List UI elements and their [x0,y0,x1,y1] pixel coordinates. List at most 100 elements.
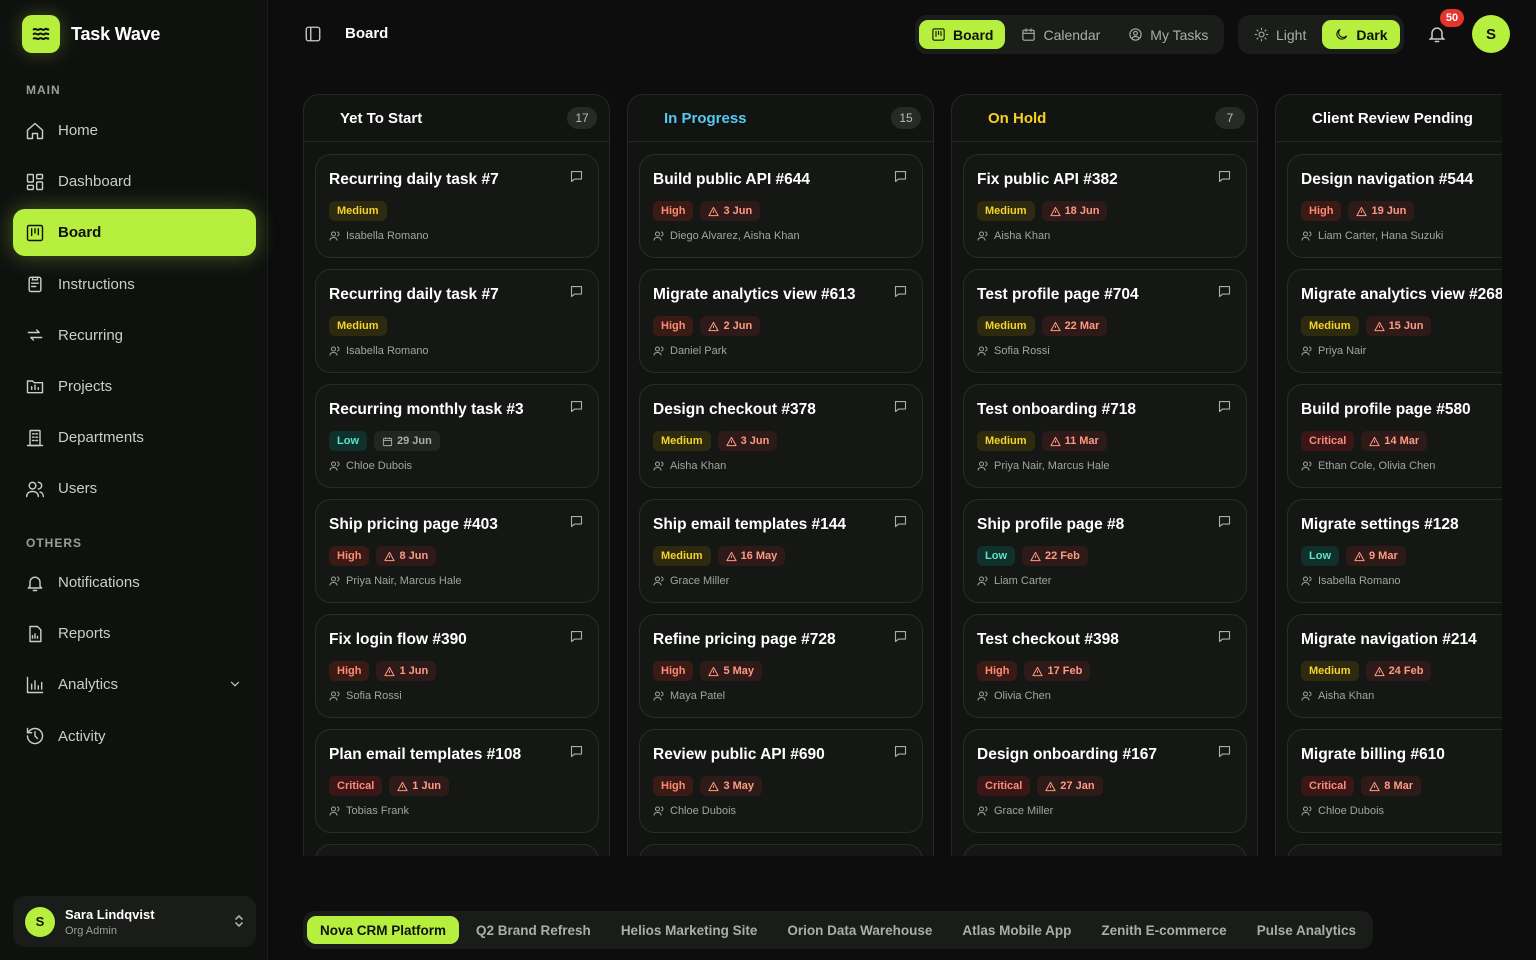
theme-toggle-light[interactable]: Light [1242,20,1318,49]
sidebar-item-users[interactable]: Users [13,465,256,512]
task-card[interactable]: Recurring daily task #7 Medium Isabella Ro… [315,154,599,258]
user-icon [1301,690,1313,702]
project-tab[interactable]: Q2 Brand Refresh [463,916,604,944]
sidebar-item-home[interactable]: Home [13,107,256,154]
project-tab[interactable]: Atlas Mobile App [949,916,1084,944]
task-card[interactable]: Migrate analytics view #268 Medium 15 Jun P… [1287,269,1502,373]
theme-toggle-label: Light [1276,26,1307,43]
project-tab[interactable]: Pulse Analytics [1244,916,1369,944]
task-card[interactable]: Test checkout #398 High 17 Feb Olivia Chen [963,614,1247,718]
sidebar-item-reports[interactable]: Reports [13,610,256,657]
task-card[interactable]: Ship profile page #8 Low 22 Feb Liam Carter [963,499,1247,603]
comment-icon[interactable] [569,284,584,299]
task-card[interactable] [963,844,1247,856]
comment-icon[interactable] [569,629,584,644]
sidebar-item-dashboard[interactable]: Dashboard [13,158,256,205]
warning-icon [1030,551,1041,562]
comment-icon[interactable] [1217,284,1232,299]
sidebar-item-notifications[interactable]: Notifications [13,559,256,606]
comment-icon[interactable] [893,629,908,644]
main-nav: Home Dashboard Board Instructions Recurring P… [13,107,256,517]
comment-icon[interactable] [893,284,908,299]
user-icon [329,690,341,702]
priority-badge: High [1301,201,1342,221]
task-card[interactable]: Ship pricing page #403 High 8 Jun Priya Nai… [315,499,599,603]
user-icon [329,805,341,817]
sidebar-item-analytics[interactable]: Analytics [13,661,256,708]
task-card[interactable]: Test profile page #704 Medium 22 Mar Sofia … [963,269,1247,373]
user-card[interactable]: S Sara Lindqvist Org Admin [13,896,256,947]
comment-icon[interactable] [1217,169,1232,184]
view-tab-label: My Tasks [1150,26,1209,43]
comment-icon[interactable] [1217,514,1232,529]
user-icon [1301,230,1313,242]
brand[interactable]: Task Wave [22,15,160,53]
bell-icon [25,573,45,593]
comment-icon[interactable] [893,514,908,529]
task-card[interactable]: Recurring daily task #7 Medium Isabella Ro… [315,269,599,373]
task-card[interactable]: Migrate analytics view #613 High 2 Jun Dani… [639,269,923,373]
task-card[interactable]: Design checkout #378 Medium 3 Jun Aisha Kha… [639,384,923,488]
view-tab-my-tasks[interactable]: My Tasks [1116,20,1220,49]
task-assignees: Priya Nair, Marcus Hale [977,460,1110,472]
profile-avatar[interactable]: S [1472,15,1510,53]
task-card[interactable]: Build public API #644 High 3 Jun Diego Alva… [639,154,923,258]
task-card[interactable]: Fix public API #382 Medium 18 Jun Aisha Kha… [963,154,1247,258]
warning-icon [725,551,737,562]
task-card[interactable]: Refine pricing page #728 High 5 May Maya Pa… [639,614,923,718]
due-date: 15 Jun [1388,320,1424,332]
chevron-down-icon[interactable] [228,677,242,691]
task-card[interactable]: Design onboarding #167 Critical 27 Jan Grac… [963,729,1247,833]
task-card[interactable]: Test onboarding #718 Medium 11 Mar Priya Na… [963,384,1247,488]
project-tab[interactable]: Helios Marketing Site [608,916,771,944]
sidebar-item-label: Notifications [58,574,140,591]
task-card[interactable]: Build profile page #580 Critical 14 Mar Eth… [1287,384,1502,488]
theme-toggle-dark[interactable]: Dark [1322,20,1400,49]
comment-icon[interactable] [1217,399,1232,414]
project-tab[interactable]: Orion Data Warehouse [774,916,945,944]
task-card[interactable]: Fix login flow #390 High 1 Jun Sofia Rossi [315,614,599,718]
task-card[interactable]: Plan email templates #108 Critical 1 Jun To… [315,729,599,833]
task-tags: Low 22 Feb [977,546,1088,566]
sidebar-toggle-icon[interactable] [304,25,322,43]
task-card[interactable]: Review public API #690 High 3 May Chloe Dub… [639,729,923,833]
comment-icon[interactable] [893,169,908,184]
task-card[interactable]: Recurring monthly task #3 Low 29 Jun Chloe … [315,384,599,488]
comment-icon[interactable] [569,514,584,529]
notification-bell-icon[interactable] [1427,24,1447,44]
user-icon [329,575,341,587]
sidebar-item-activity[interactable]: Activity [13,713,256,760]
warning-icon [1369,781,1380,792]
view-tab-calendar[interactable]: Calendar [1009,20,1112,49]
comment-icon[interactable] [569,744,584,759]
comment-icon[interactable] [1217,629,1232,644]
comment-icon[interactable] [893,744,908,759]
comment-icon[interactable] [569,399,584,414]
view-tab-board[interactable]: Board [919,20,1006,49]
comment-icon[interactable] [569,169,584,184]
task-tags: High 1 Jun [329,661,437,681]
comment-icon[interactable] [1217,744,1232,759]
assignee-names: Aisha Khan [994,230,1051,242]
task-card[interactable] [315,844,599,856]
comment-icon[interactable] [893,399,908,414]
view-tab-label: Board [953,26,994,43]
task-card[interactable]: Design navigation #544 High 19 Jun Liam Car… [1287,154,1502,258]
sidebar-item-board[interactable]: Board [13,209,256,257]
task-assignees: Isabella Romano [329,230,429,242]
task-card[interactable] [1287,844,1502,856]
task-tags: High 2 Jun [653,316,761,336]
task-card[interactable] [639,844,923,856]
task-card[interactable]: Migrate navigation #214 Medium 24 Feb Aisha… [1287,614,1502,718]
user-icon [653,690,665,702]
task-card[interactable]: Ship email templates #144 Medium 16 May Gra… [639,499,923,603]
task-card[interactable]: Migrate billing #610 Critical 8 Mar Chloe D… [1287,729,1502,833]
task-assignees: Diego Alvarez, Aisha Khan [653,230,800,242]
sidebar-item-instructions[interactable]: Instructions [13,261,256,308]
sidebar-item-projects[interactable]: Projects [13,363,256,410]
project-tab[interactable]: Zenith E-commerce [1088,916,1239,944]
project-tab[interactable]: Nova CRM Platform [307,916,460,944]
sidebar-item-departments[interactable]: Departments [13,414,256,461]
task-card[interactable]: Migrate settings #128 Low 9 Mar Isabella Ro… [1287,499,1502,603]
sidebar-item-recurring[interactable]: Recurring [13,312,256,359]
